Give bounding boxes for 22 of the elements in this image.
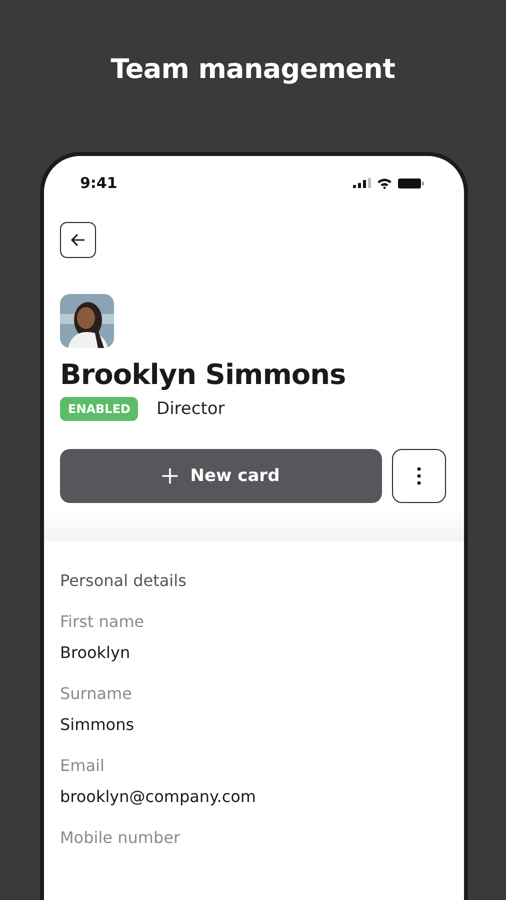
field-label: Email: [60, 756, 106, 775]
plus-icon: [162, 468, 178, 484]
field-label: Mobile number: [60, 828, 182, 847]
section-title: Personal details: [60, 571, 188, 590]
status-badge: ENABLED: [60, 397, 138, 421]
more-icon: [417, 467, 421, 485]
new-card-button[interactable]: New card: [60, 449, 382, 503]
field-label: Surname: [60, 684, 133, 703]
field-value: Brooklyn: [60, 643, 132, 662]
field-label: First name: [60, 612, 146, 631]
field-value: brooklyn@company.com: [60, 787, 257, 806]
profile-name: Brooklyn Simmons: [60, 358, 346, 391]
status-time: 9:41: [80, 174, 118, 192]
wifi-icon: [377, 178, 392, 188]
role-label: Director: [156, 399, 225, 419]
field-value: Simmons: [60, 715, 136, 734]
more-button[interactable]: [392, 449, 446, 503]
back-button[interactable]: [60, 222, 96, 258]
signal-icon: [353, 178, 371, 188]
back-arrow-icon: [69, 231, 87, 249]
battery-icon: [398, 178, 424, 188]
page-heading: Team management: [110, 53, 396, 87]
